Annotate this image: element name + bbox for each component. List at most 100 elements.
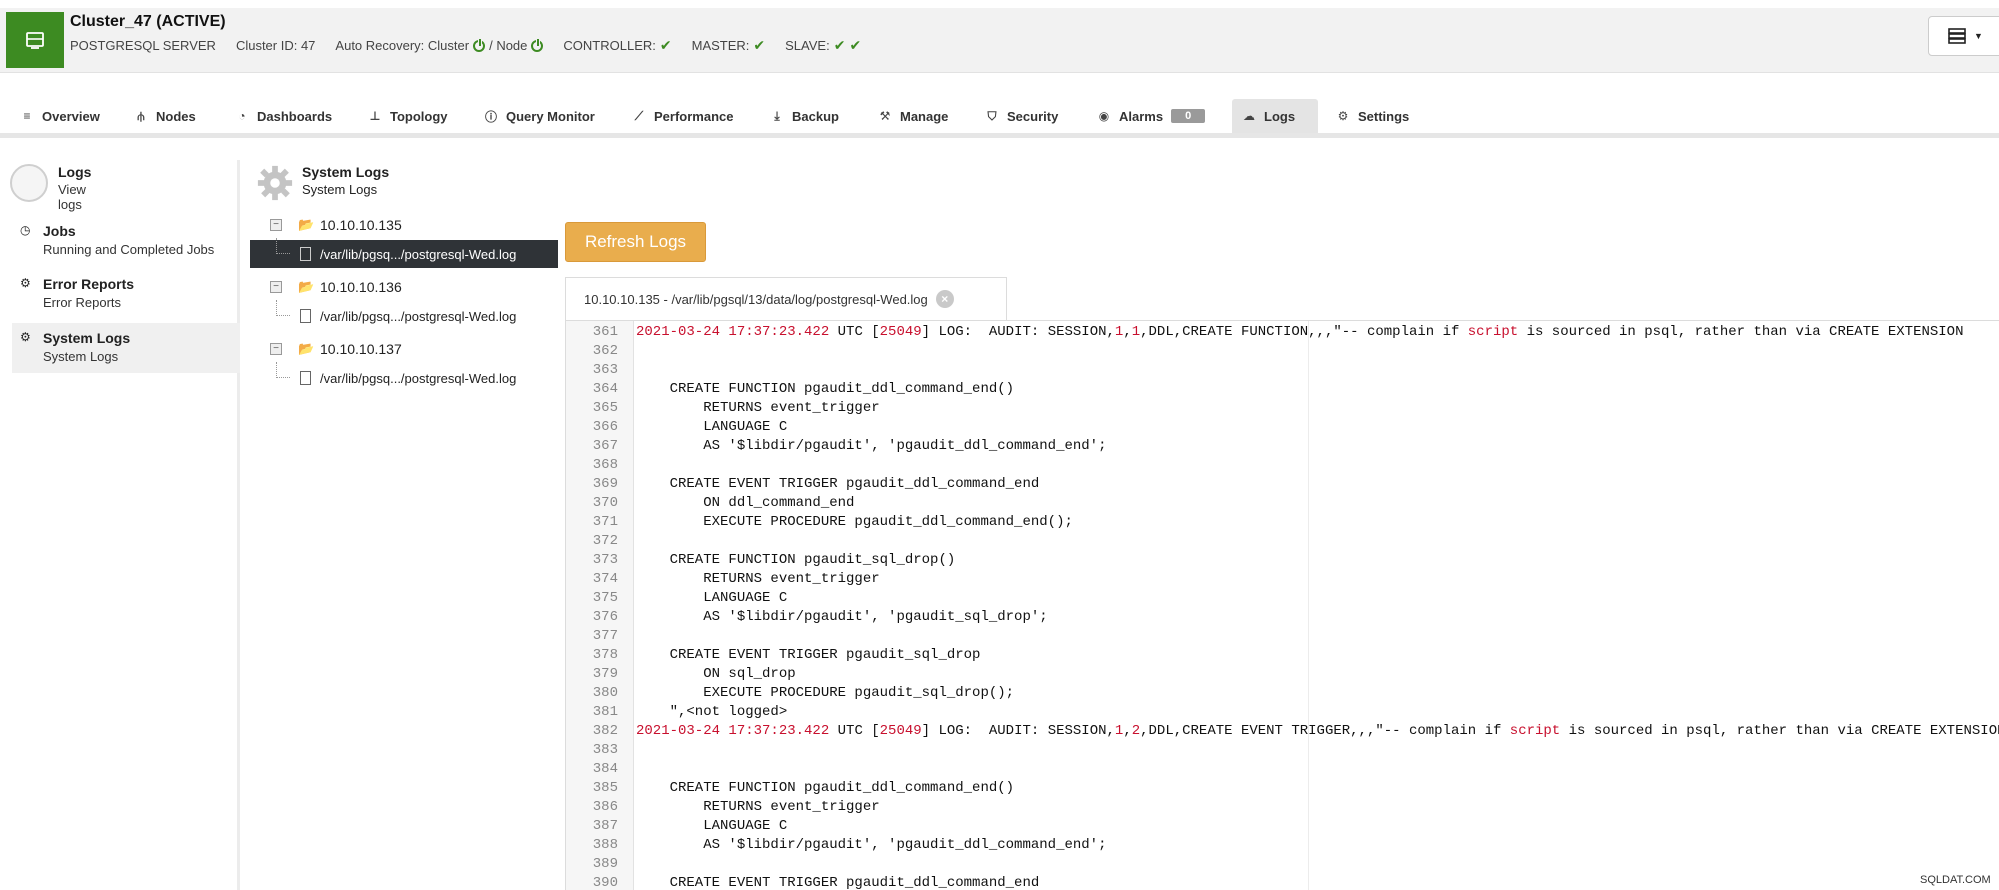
log-text: AS '$libdir/pgaudit', 'pgaudit_sql_drop'… — [636, 609, 1048, 625]
log-text: RETURNS event_trigger — [636, 400, 880, 416]
tab-dashboards[interactable]: ◔ Dashboards — [225, 99, 342, 133]
log-text: RETURNS event_trigger — [636, 799, 880, 815]
server-menu-button[interactable]: ▼ — [1928, 16, 1999, 56]
line-number: 371 — [592, 514, 618, 530]
server-icon — [6, 12, 64, 68]
log-line: 372 — [566, 532, 1999, 551]
tab-nodes[interactable]: ⫛ Nodes — [124, 99, 206, 133]
tree-file-item[interactable]: /var/lib/pgsq.../postgresql-Wed.log — [250, 362, 558, 392]
cluster-header: Cluster_47 (ACTIVE) POSTGRESQL SERVER Cl… — [0, 8, 1999, 73]
cluster-id: Cluster ID: 47 — [235, 38, 316, 53]
sidebar-item-system-logs[interactable]: ⚙ System Logs System Logs — [12, 323, 240, 373]
log-text: EXECUTE PROCEDURE pgaudit_sql_drop(); — [636, 685, 1015, 701]
log-text: CREATE EVENT TRIGGER pgaudit_ddl_command… — [636, 476, 1040, 492]
log-line: 375 LANGUAGE C — [566, 589, 1999, 608]
line-number: 380 — [592, 685, 618, 701]
logs-sidebar: Logs View logs ◷ Jobs Running and Comple… — [0, 160, 240, 890]
info-icon: ⓘ — [484, 109, 497, 124]
line-number: 378 — [592, 647, 618, 663]
line-number: 381 — [592, 704, 618, 720]
log-line: 389 — [566, 855, 1999, 874]
log-line: 373 CREATE FUNCTION pgaudit_sql_drop() — [566, 551, 1999, 570]
line-number: 369 — [592, 476, 618, 492]
log-viewer[interactable]: 361 2021-03-24 17:37:23.422 UTC [25049] L… — [565, 320, 1999, 890]
log-line: 369 CREATE EVENT TRIGGER pgaudit_ddl_com… — [566, 475, 1999, 494]
line-number: 363 — [592, 362, 618, 378]
tab-query-monitor[interactable]: ⓘ Query Monitor — [474, 99, 605, 133]
tree-file-item[interactable]: /var/lib/pgsq.../postgresql-Wed.log — [250, 300, 558, 330]
gear-icon: ⚙ — [1337, 109, 1349, 123]
log-line: 366 LANGUAGE C — [566, 418, 1999, 437]
cloud-icon: ☁ — [1243, 109, 1255, 123]
tree-node-host[interactable]: − 📂 10.10.10.135 — [250, 211, 560, 239]
caret-down-icon: ▼ — [1974, 31, 1983, 41]
check-icon: ✔ — [753, 37, 766, 53]
tab-logs[interactable]: ☁ Logs — [1232, 99, 1318, 133]
tab-manage[interactable]: ⚒ Manage — [868, 99, 958, 133]
log-file-tab[interactable]: 10.10.10.135 - /var/lib/pgsql/13/data/lo… — [565, 277, 1007, 320]
dashboard-icon: ◔ — [238, 109, 246, 123]
log-file-tab-label: 10.10.10.135 - /var/lib/pgsql/13/data/lo… — [584, 291, 928, 307]
log-line: 364 CREATE FUNCTION pgaudit_ddl_command_… — [566, 380, 1999, 399]
line-number: 367 — [592, 438, 618, 454]
collapse-icon[interactable]: − — [270, 219, 282, 231]
file-icon — [300, 247, 311, 261]
alarm-count-badge: 0 — [1171, 109, 1206, 123]
log-text: CREATE EVENT TRIGGER pgaudit_sql_drop — [636, 647, 981, 663]
log-text: CREATE FUNCTION pgaudit_sql_drop() — [636, 552, 956, 568]
log-line: 361 2021-03-24 17:37:23.422 UTC [25049] L… — [566, 323, 1999, 342]
tree-node-host[interactable]: − 📂 10.10.10.136 — [250, 273, 560, 301]
log-text: LANGUAGE C — [636, 818, 788, 834]
line-number: 390 — [592, 875, 618, 890]
line-number: 366 — [592, 419, 618, 435]
log-text: CREATE EVENT TRIGGER pgaudit_ddl_command… — [636, 875, 1040, 890]
close-icon[interactable]: × — [935, 290, 954, 308]
log-text: CREATE FUNCTION pgaudit_ddl_command_end(… — [636, 780, 1015, 796]
tree-node-host[interactable]: − 📂 10.10.10.137 — [250, 335, 560, 363]
gear-icon: ⚙ — [20, 276, 31, 290]
master-status: MASTER: ✔ — [691, 37, 766, 53]
log-line: 376 AS '$libdir/pgaudit', 'pgaudit_sql_d… — [566, 608, 1999, 627]
log-text: LANGUAGE C — [636, 419, 788, 435]
tab-settings[interactable]: ⚙ Settings — [1326, 99, 1419, 133]
log-text: LANGUAGE C — [636, 590, 788, 606]
line-number: 387 — [592, 818, 618, 834]
log-text: AS '$libdir/pgaudit', 'pgaudit_ddl_comma… — [636, 837, 1107, 853]
tab-alarms[interactable]: ◉ Alarms 0 — [1087, 99, 1215, 133]
tab-overview[interactable]: ≡ Overview — [10, 99, 110, 133]
line-number: 361 — [592, 324, 618, 340]
power-icon[interactable] — [473, 37, 486, 52]
log-line: 371 EXECUTE PROCEDURE pgaudit_ddl_comman… — [566, 513, 1999, 532]
cluster-meta: POSTGRESQL SERVER Cluster ID: 47 Auto Re… — [70, 37, 861, 54]
tab-backup[interactable]: ⤓ Backup — [760, 99, 849, 133]
sidebar-item-jobs[interactable]: ◷ Jobs Running and Completed Jobs — [12, 216, 240, 266]
power-icon[interactable] — [531, 37, 544, 52]
log-text: ",<not logged> — [636, 704, 788, 720]
log-line: 380 EXECUTE PROCEDURE pgaudit_sql_drop()… — [566, 684, 1999, 703]
log-line: 382 2021-03-24 17:37:23.422 UTC [25049] L… — [566, 722, 1999, 741]
tree-file-item[interactable]: /var/lib/pgsq.../postgresql-Wed.log — [250, 238, 558, 268]
log-text: EXECUTE PROCEDURE pgaudit_ddl_command_en… — [636, 514, 1073, 530]
refresh-logs-button[interactable]: Refresh Logs — [565, 222, 706, 262]
log-line: 374 RETURNS event_trigger — [566, 570, 1999, 589]
log-line: 384 — [566, 760, 1999, 779]
line-number: 373 — [592, 552, 618, 568]
folder-open-icon: 📂 — [298, 341, 315, 356]
collapse-icon[interactable]: − — [270, 343, 282, 355]
tab-performance[interactable]: ⟋ Performance — [622, 99, 743, 133]
shield-icon: ⛉ — [987, 108, 997, 123]
log-line: 377 — [566, 627, 1999, 646]
collapse-icon[interactable]: − — [270, 281, 282, 293]
check-icon: ✔ — [833, 37, 846, 53]
log-line: 368 — [566, 456, 1999, 475]
line-number: 370 — [592, 495, 618, 511]
line-number: 385 — [592, 780, 618, 796]
log-line: 383 — [566, 741, 1999, 760]
line-number: 383 — [592, 742, 618, 758]
log-line: 390 CREATE EVENT TRIGGER pgaudit_ddl_com… — [566, 874, 1999, 890]
tab-topology[interactable]: ⊥ Topology — [358, 99, 458, 133]
line-number: 389 — [592, 856, 618, 872]
sidebar-item-error-reports[interactable]: ⚙ Error Reports Error Reports — [12, 269, 240, 319]
tab-security[interactable]: ⛉ Security — [975, 99, 1068, 133]
line-number: 377 — [592, 628, 618, 644]
